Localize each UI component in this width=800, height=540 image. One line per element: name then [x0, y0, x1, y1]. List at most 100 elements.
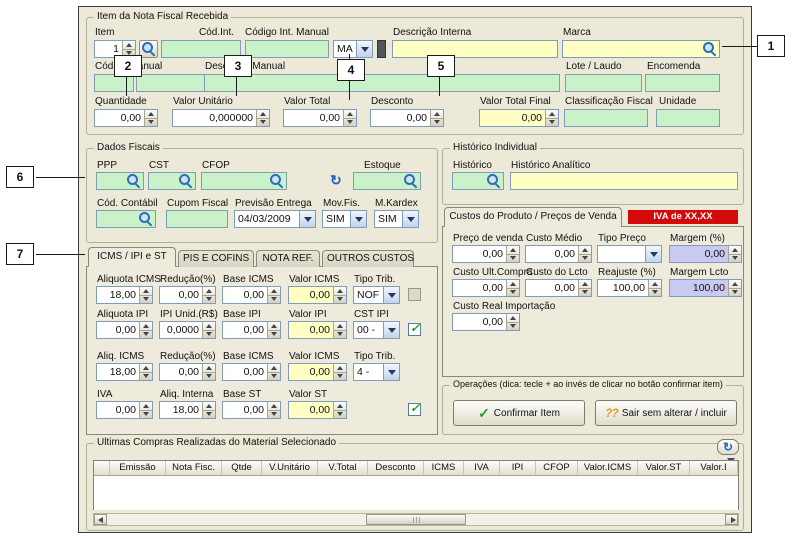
reducao-st-input[interactable]: 0,00: [159, 363, 216, 381]
column-header[interactable]: Valor.I: [690, 461, 738, 475]
historico-analitico-field[interactable]: [510, 172, 738, 190]
classificacao-fiscal-field[interactable]: [564, 109, 648, 127]
custo-lcto-input[interactable]: 0,00: [525, 279, 592, 297]
column-header[interactable]: ICMS: [424, 461, 464, 475]
spinner[interactable]: [333, 402, 346, 418]
lote-laudo-field[interactable]: [565, 74, 642, 92]
spinner[interactable]: [545, 110, 558, 126]
reducao-icms-input[interactable]: 0,00: [159, 286, 216, 304]
spinner[interactable]: [333, 287, 346, 303]
aliq-interna-input[interactable]: 18,00: [159, 401, 216, 419]
spinner[interactable]: [343, 110, 356, 126]
column-header[interactable]: Desconto: [368, 461, 424, 475]
spinner[interactable]: [139, 364, 152, 380]
spinner[interactable]: [267, 287, 280, 303]
margem-lcto-input[interactable]: 100,00: [669, 279, 742, 297]
valor-total-final-input[interactable]: 0,00: [479, 109, 559, 127]
descricao-interna-field[interactable]: [392, 40, 558, 58]
dropdown-button[interactable]: [402, 211, 418, 227]
marca-field[interactable]: [562, 40, 720, 58]
spinner[interactable]: [202, 402, 215, 418]
desconto-input[interactable]: 0,00: [370, 109, 444, 127]
dropdown-button[interactable]: [383, 287, 399, 303]
refresh-button[interactable]: ↻: [717, 439, 739, 455]
aliq-icms-st-input[interactable]: 18,00: [96, 363, 153, 381]
column-header[interactable]: V.Total: [318, 461, 368, 475]
custo-ult-compra-input[interactable]: 0,00: [452, 279, 520, 297]
spinner[interactable]: [139, 287, 152, 303]
valor-ipi-input[interactable]: 0,00: [288, 321, 347, 339]
descricao-manual-field[interactable]: [204, 74, 560, 92]
tipo-trib-st-combo[interactable]: 4 -: [353, 363, 400, 381]
valor-st-checkbox[interactable]: [408, 403, 421, 416]
tab-nota-ref[interactable]: NOTA REF.: [256, 250, 320, 267]
reajuste-input[interactable]: 100,00: [597, 279, 662, 297]
historico-field[interactable]: [452, 172, 504, 190]
quantidade-input[interactable]: 0,00: [94, 109, 158, 127]
spinner[interactable]: [430, 110, 443, 126]
column-header[interactable]: [94, 461, 110, 475]
spinner[interactable]: [333, 322, 346, 338]
cupom-fiscal-field[interactable]: [166, 210, 228, 228]
tab-outros-custos[interactable]: OUTROS CUSTOS: [322, 250, 414, 267]
scrollbar-thumb[interactable]: [366, 514, 466, 525]
spinner[interactable]: [506, 246, 519, 262]
base-st-input[interactable]: 0,00: [222, 401, 281, 419]
dropdown-button[interactable]: [350, 211, 366, 227]
m-kardex-combo[interactable]: SIM: [374, 210, 419, 228]
spinner[interactable]: [267, 402, 280, 418]
horizontal-scrollbar[interactable]: [93, 513, 739, 526]
spinner[interactable]: [139, 402, 152, 418]
aliquota-ipi-input[interactable]: 0,00: [96, 321, 153, 339]
spinner[interactable]: [506, 280, 519, 296]
spinner[interactable]: [333, 364, 346, 380]
column-header[interactable]: IPI: [500, 461, 536, 475]
spinner[interactable]: [578, 280, 591, 296]
preco-venda-input[interactable]: 0,00: [452, 245, 520, 263]
sair-button[interactable]: ??Sair sem alterar / incluir: [595, 400, 737, 426]
cod-contabil-field[interactable]: [96, 210, 156, 228]
codigo-int-manual-field[interactable]: [245, 40, 329, 58]
column-header[interactable]: Valor.ST: [638, 461, 690, 475]
tipo-preco-combo[interactable]: [597, 245, 662, 263]
tab-icms-ipi-st[interactable]: ICMS / IPI e ST: [88, 247, 176, 267]
spinner[interactable]: [267, 322, 280, 338]
ipi-unid-input[interactable]: 0,0000: [159, 321, 216, 339]
spinner[interactable]: [144, 110, 157, 126]
uf-combo[interactable]: MA: [333, 40, 373, 58]
scroll-right-button[interactable]: [725, 514, 738, 525]
column-header[interactable]: Qtde: [222, 461, 262, 475]
dropdown-button[interactable]: [645, 246, 661, 262]
mov-fis-combo[interactable]: SIM: [322, 210, 367, 228]
custo-medio-input[interactable]: 0,00: [525, 245, 592, 263]
column-header[interactable]: Nota Fisc.: [166, 461, 222, 475]
spinner[interactable]: [267, 364, 280, 380]
dropdown-button[interactable]: [383, 322, 399, 338]
base-icms-input[interactable]: 0,00: [222, 286, 281, 304]
spinner[interactable]: [578, 246, 591, 262]
spinner[interactable]: [648, 280, 661, 296]
encomenda-field[interactable]: [645, 74, 720, 92]
custo-real-importacao-input[interactable]: 0,00: [452, 313, 520, 331]
valor-total-input[interactable]: 0,00: [283, 109, 357, 127]
base-icms-st-input[interactable]: 0,00: [222, 363, 281, 381]
valor-unitario-input[interactable]: 0,000000: [172, 109, 270, 127]
spinner[interactable]: [202, 287, 215, 303]
column-header[interactable]: CFOP: [536, 461, 578, 475]
column-header[interactable]: V.Unitário: [262, 461, 318, 475]
spinner[interactable]: [506, 314, 519, 330]
ppp-field[interactable]: [96, 172, 144, 190]
tab-pis-cofins[interactable]: PIS E COFINS: [178, 250, 254, 267]
previsao-entrega-combo[interactable]: 04/03/2009: [234, 210, 316, 228]
iva-input[interactable]: 0,00: [96, 401, 153, 419]
confirmar-item-button[interactable]: ✓Confirmar Item: [453, 400, 585, 426]
cst-ipi-checkbox[interactable]: [408, 323, 421, 336]
column-header[interactable]: IVA: [464, 461, 500, 475]
spinner[interactable]: [139, 322, 152, 338]
cfop-field[interactable]: [201, 172, 287, 190]
dropdown-button[interactable]: [383, 364, 399, 380]
cst-field[interactable]: [148, 172, 196, 190]
valor-icms-input[interactable]: 0,00: [288, 286, 347, 304]
column-header[interactable]: Emissão: [110, 461, 166, 475]
spinner[interactable]: [728, 280, 741, 296]
